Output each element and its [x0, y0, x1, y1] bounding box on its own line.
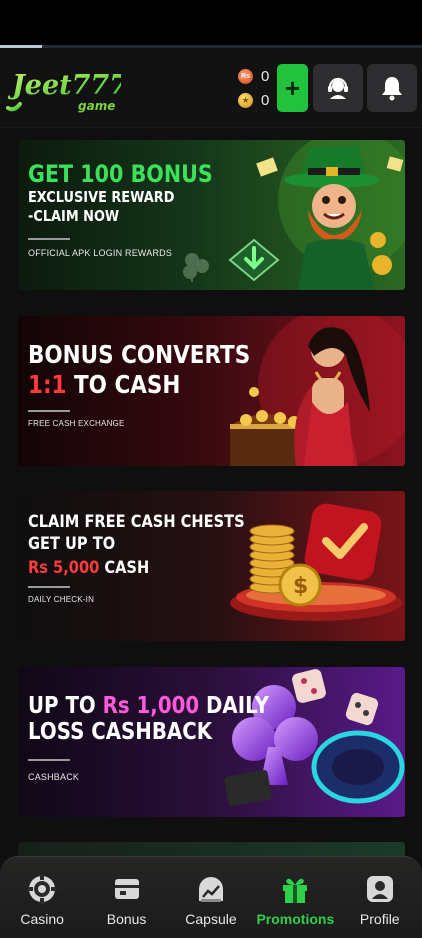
nav-label-promotions: Promotions — [256, 911, 335, 927]
banner-4-headline-end: DAILY — [199, 693, 269, 719]
banner-2-ratio: 1:1 — [28, 370, 67, 399]
nav-label-casino: Casino — [20, 911, 64, 927]
banner-4-amount: Rs 1,000 — [102, 693, 200, 719]
nav-label-profile: Profile — [359, 911, 400, 927]
banner-2-divider — [28, 410, 70, 412]
banner-1-subline-2: -CLAIM NOW — [28, 207, 120, 225]
banner-4-headline: UP TO Rs 1,000 DAILY — [28, 693, 269, 719]
banner-2-headline: BONUS CONVERTS — [28, 340, 251, 369]
banner-3-divider — [28, 586, 70, 588]
banner-1-divider — [28, 238, 70, 240]
nav-item-capsule[interactable]: Capsule — [169, 857, 253, 938]
banner-3-headline: CLAIM FREE CASH CHESTS — [28, 512, 245, 532]
capsule-icon — [198, 877, 223, 902]
banner-4-caption: CASHBACK — [28, 772, 80, 782]
banner-2-subline-text: TO CASH — [66, 370, 181, 399]
profile-icon — [366, 876, 393, 902]
chip-icon — [27, 874, 58, 904]
banner-3-amount-line: Rs 5,000 CASH — [28, 558, 149, 578]
banner-4-headline-start: UP TO — [28, 693, 103, 719]
gold-balance: 0 — [261, 91, 270, 109]
banner-4-subline: LOSS CASHBACK — [28, 719, 213, 745]
banner-1-caption: OFFICIAL APK LOGIN REWARDS — [28, 248, 173, 258]
banner-1-headline: GET 100 BONUS — [28, 160, 213, 188]
bell-icon — [382, 77, 402, 101]
banner-2-subline: 1:1 TO CASH — [28, 370, 180, 399]
bottom-navigation: Casino Bonus Capsule Promotions Profile — [0, 856, 422, 938]
deposit-button[interactable]: + — [277, 64, 308, 112]
promo-banner-loss-cashback[interactable]: UP TO Rs 1,000 DAILY LOSS CASHBACK CASHB… — [18, 667, 405, 817]
customer-support-button[interactable] — [313, 64, 363, 112]
bonus-icon — [114, 879, 139, 899]
banner-3-amount-suffix: CASH — [99, 558, 150, 578]
banner-3-caption: DAILY CHECK-IN — [28, 595, 95, 604]
nav-item-bonus[interactable]: Bonus — [84, 857, 168, 938]
svg-text:$: $ — [293, 574, 308, 599]
status-bar — [0, 0, 422, 48]
nav-label-bonus: Bonus — [106, 911, 147, 927]
banner-3-amount: Rs 5,000 — [28, 558, 100, 578]
notifications-button[interactable] — [367, 64, 417, 112]
app-header: Jeet777 game Rs 0 ★ 0 + — [0, 48, 422, 128]
promo-banner-bonus-converts[interactable]: BONUS CONVERTS 1:1 TO CASH FREE CASH EXC… — [18, 316, 405, 466]
nav-item-casino[interactable]: Casino — [0, 857, 84, 938]
promo-banner-login-rewards[interactable]: GET 100 BONUS EXCLUSIVE REWARD -CLAIM NO… — [18, 140, 405, 290]
nav-item-promotions[interactable]: Promotions — [253, 857, 337, 938]
wallet-balances: Rs 0 ★ 0 — [238, 64, 274, 112]
headset-icon — [328, 77, 348, 99]
cash-balance: 0 — [261, 67, 270, 85]
nav-item-profile[interactable]: Profile — [338, 857, 422, 938]
promo-banner-cash-chests[interactable]: $ CLAIM FREE CASH CHESTS GET UP TO Rs 5,… — [18, 491, 405, 641]
banner-4-divider — [28, 759, 70, 761]
plus-icon: + — [284, 73, 301, 103]
nav-label-capsule: Capsule — [185, 911, 237, 927]
rupee-coin-icon: Rs — [238, 68, 253, 84]
jeet777-logo[interactable]: Jeet777 game — [6, 58, 121, 118]
gold-coin-icon: ★ — [238, 92, 253, 108]
svg-text:Jeet777: Jeet777 — [7, 70, 121, 101]
banner-2-caption: FREE CASH EXCHANGE — [28, 419, 125, 428]
banner-3-subline: GET UP TO — [28, 534, 116, 554]
svg-text:game: game — [78, 99, 115, 113]
banner-1-subline: EXCLUSIVE REWARD — [28, 188, 175, 206]
gift-icon — [283, 878, 308, 903]
